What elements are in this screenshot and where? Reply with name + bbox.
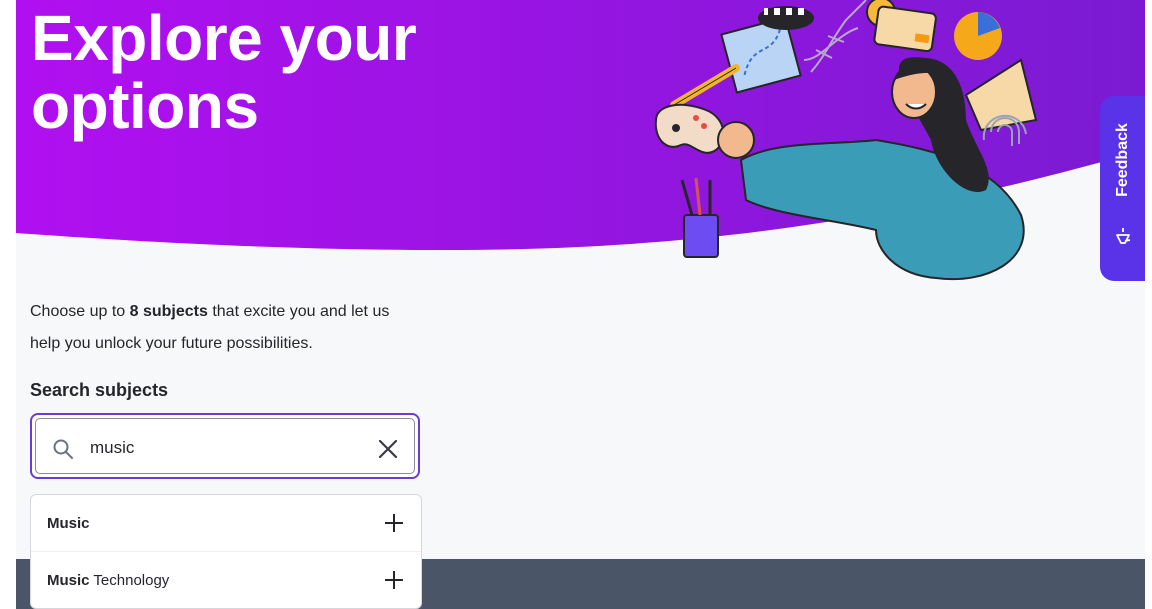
credit-card-icon	[866, 0, 937, 53]
search-input[interactable]: music	[90, 435, 134, 461]
cap-icon	[758, 6, 814, 30]
result-rest: Technology	[89, 571, 170, 589]
search-label: Search subjects	[30, 380, 169, 400]
intro-emphasis: 8 subjects	[129, 303, 208, 320]
game-controller-icon	[654, 103, 725, 154]
search-icon	[53, 439, 73, 459]
feedback-button[interactable]: Feedback	[1100, 96, 1145, 281]
page-title: Explore your options	[31, 2, 417, 142]
student-illustration	[654, 0, 1038, 281]
dna-icon	[803, 0, 867, 73]
search-results-list: Music Music Technology	[30, 494, 422, 609]
result-match: Music	[47, 514, 90, 532]
close-icon[interactable]	[376, 437, 400, 461]
result-label: Music Technology	[47, 572, 169, 589]
intro-text: Choose up to 8 subjects that excite you …	[30, 296, 420, 360]
pencil-icon	[670, 64, 740, 109]
plus-icon[interactable]	[383, 512, 405, 534]
search-field[interactable]: music	[30, 413, 420, 479]
page: Explore your options Choose up to 8 subj…	[16, 0, 1145, 609]
brush-jar-icon	[680, 177, 719, 258]
pie-chart-icon	[954, 12, 1002, 60]
result-item-music-technology[interactable]: Music Technology	[31, 552, 421, 608]
feedback-label: Feedback	[1113, 123, 1131, 197]
intro-text-start: Choose up to	[30, 303, 130, 320]
result-match: Music	[47, 571, 90, 589]
result-item-music[interactable]: Music	[31, 495, 421, 552]
result-label: Music	[47, 515, 90, 532]
megaphone-icon	[1116, 228, 1131, 244]
search-input-wrapper[interactable]: music	[35, 418, 415, 474]
plus-icon[interactable]	[383, 569, 405, 591]
